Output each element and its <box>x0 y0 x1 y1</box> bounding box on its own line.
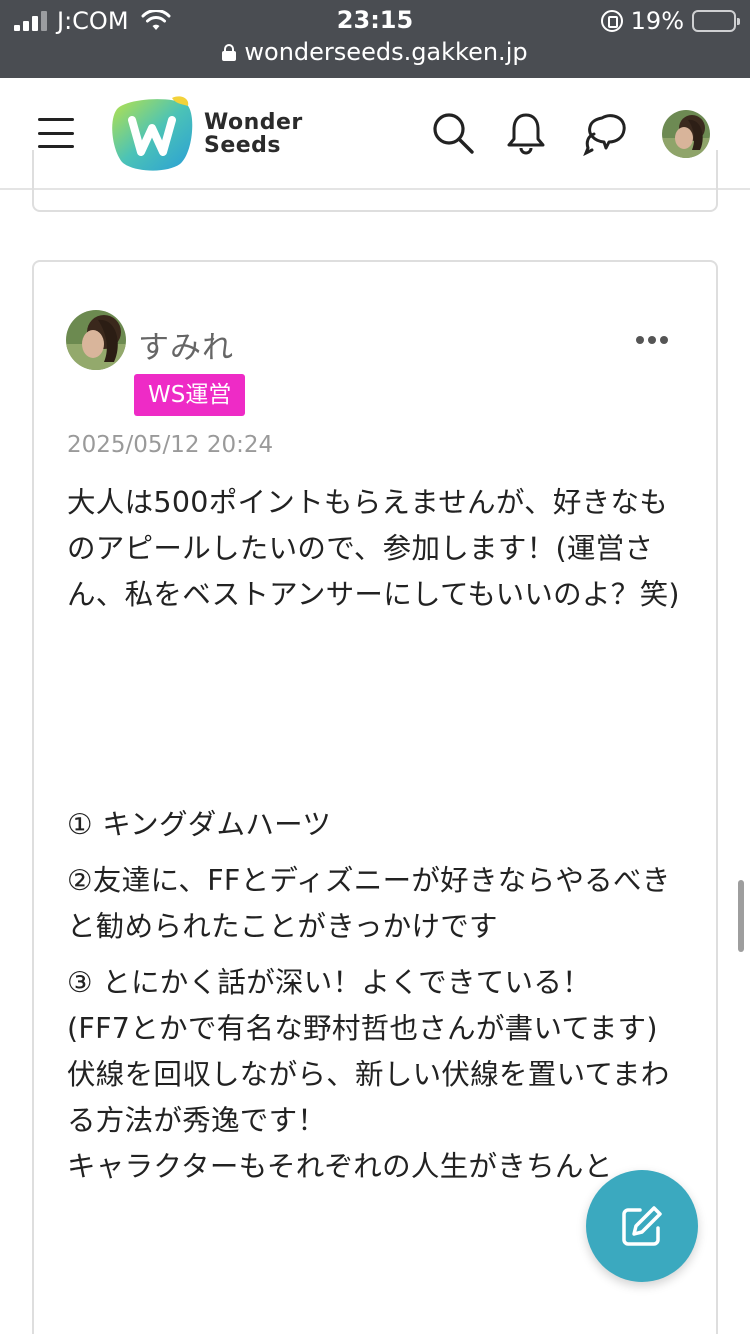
avatar[interactable] <box>66 310 126 370</box>
answer-item-3-line: 伏線を回収しながら、新しい伏線を置いてまわる方法が秀逸です！ <box>67 1058 670 1137</box>
edit-icon <box>622 1206 662 1246</box>
answer-item-3-line: (FF7とかで有名な野村哲也さんが書いてます) <box>67 1012 658 1045</box>
status-bar: J:COM 23:15 19% wonderseeds.gakken.jp <box>0 0 750 78</box>
battery-percent: 19% <box>630 7 684 35</box>
role-badge: WS運営 <box>134 374 246 416</box>
previous-answer-card <box>32 150 718 212</box>
answer-card: すみれ WS運営 2025/05/12 20:24 大人は500ポイントもらえま… <box>32 260 718 1334</box>
answer-intro: 大人は500ポイントもらえませんが、好きなものアピールしたいので、参加します！(… <box>67 486 680 611</box>
rotation-lock-icon <box>600 10 623 32</box>
more-options-icon[interactable] <box>636 336 668 344</box>
url-text[interactable]: wonderseeds.gakken.jp <box>244 38 527 66</box>
answer-item-3-line: キャラクターもそれぞれの人生がきちんと <box>67 1150 613 1183</box>
battery-icon <box>692 10 740 32</box>
post-date: 2025/05/12 20:24 <box>67 432 274 458</box>
scrollbar[interactable] <box>738 880 744 952</box>
lock-icon <box>222 44 237 61</box>
compose-button[interactable] <box>586 1170 698 1282</box>
logo-text-wonder: Wonder <box>204 110 303 135</box>
url-bar[interactable]: wonderseeds.gakken.jp <box>0 38 750 66</box>
username[interactable]: すみれ <box>138 322 234 367</box>
answer-item-1: ① キングダムハーツ <box>67 808 332 841</box>
menu-icon[interactable] <box>38 118 74 148</box>
answer-item-2: ②友達に、FFとディズニーが好きならやるべきと勧められたことがきっかけです <box>67 864 671 943</box>
answer-item-3-line: ③ とにかく話が深い！よくできている！ <box>67 966 591 999</box>
answer-body: 大人は500ポイントもらえませんが、好きなものアピールしたいので、参加します！(… <box>67 480 689 1190</box>
